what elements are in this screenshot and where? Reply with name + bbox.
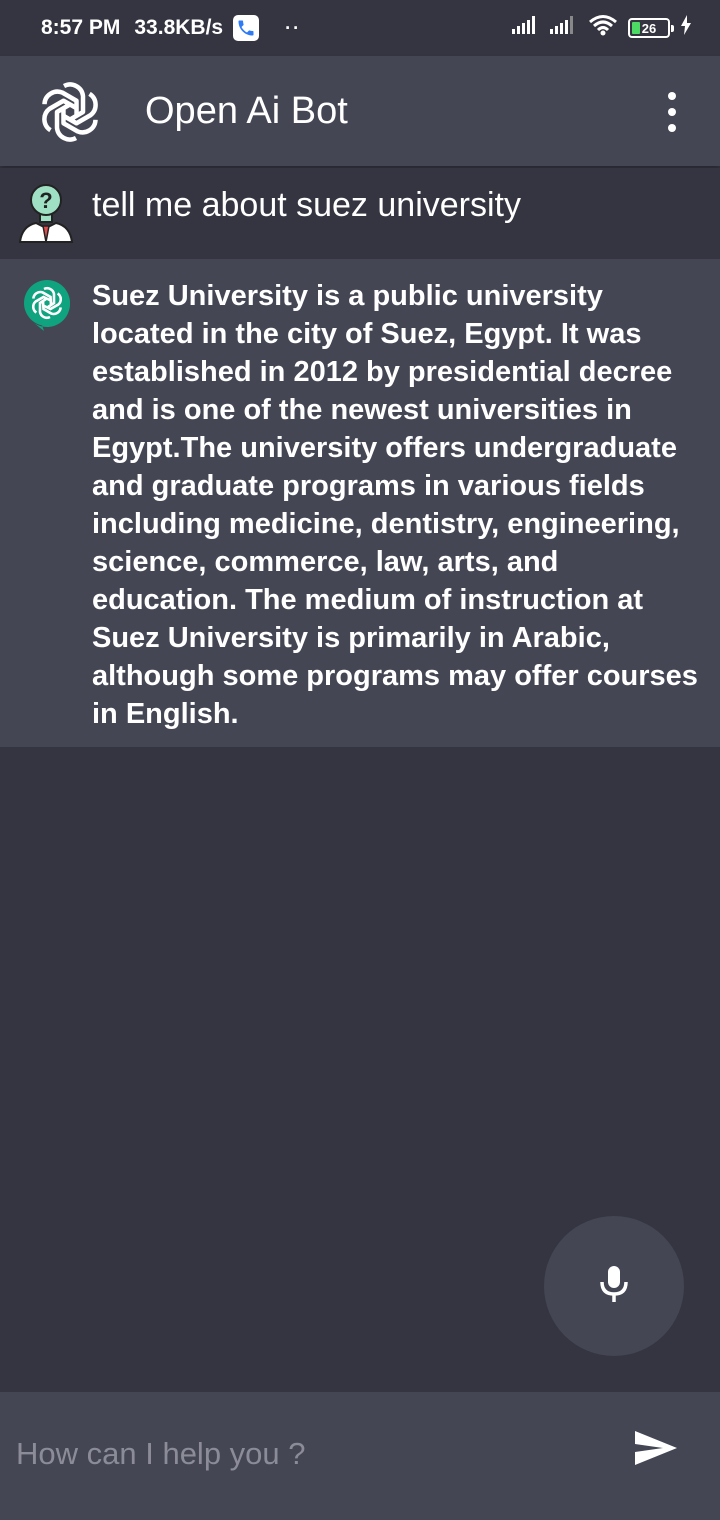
send-icon [633,1429,679,1472]
status-time: 8:57 PM [41,16,121,39]
app-title: Open Ai Bot [145,90,348,132]
microphone-icon [597,1264,631,1309]
mic-button[interactable] [544,1216,684,1356]
status-left: 8:57 PM 33.8KB/s ·· [41,15,301,41]
bot-message: Suez University is a public university l… [0,259,720,747]
message-input[interactable] [16,1422,596,1486]
more-vert-icon[interactable] [654,92,690,132]
status-right: 26 [512,14,692,42]
call-icon [233,15,260,41]
battery-level: 26 [641,20,657,36]
battery-icon: 26 [628,18,674,38]
menu-dot [668,108,676,116]
charging-icon [680,15,692,41]
notification-dots: ·· [285,17,302,38]
openai-logo-icon [36,78,104,146]
network-speed: 33.8KB/s [134,16,224,39]
user-message-text: tell me about suez university [92,186,521,224]
input-bar [0,1392,720,1520]
user-message: ? tell me about suez university [0,168,720,258]
wifi-icon [588,14,618,42]
openai-chat-bubble-icon [22,279,72,333]
signal-icon [550,15,578,41]
bot-message-text: Suez University is a public university l… [92,280,698,730]
menu-dot [668,92,676,100]
signal-icon [512,15,540,41]
app-bar: Open Ai Bot [0,56,720,166]
status-bar: 8:57 PM 33.8KB/s ·· 26 [0,0,720,56]
menu-dot [668,124,676,132]
battery-fill [632,22,640,34]
svg-text:?: ? [39,188,52,213]
question-person-avatar-icon: ? [16,182,76,244]
send-button[interactable] [628,1428,684,1472]
